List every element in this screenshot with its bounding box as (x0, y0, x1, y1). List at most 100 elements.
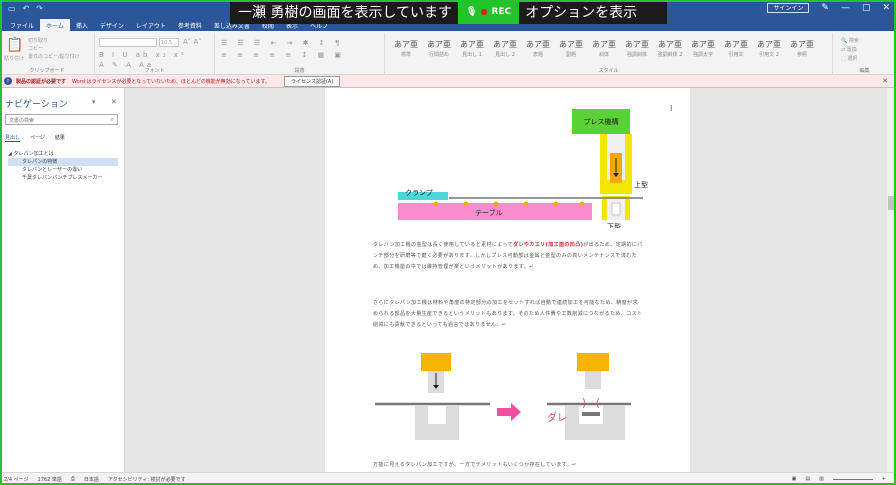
style-name: 見出し 1 (462, 52, 482, 58)
nav-tab-0[interactable]: 見出し (5, 134, 21, 142)
style-item[interactable]: あア亜引用文 2 (754, 39, 784, 61)
style-item[interactable]: あア亜 行間詰め (424, 39, 454, 61)
font-group: 10.5 A˄ A˅ B I U ab x₂ x² A ✎ A Aa フォント (95, 33, 215, 75)
nav-close-icon[interactable]: ✕ (111, 98, 117, 106)
close-icon[interactable]: ✕ (882, 3, 890, 13)
clipboard-group-label: クリップボード (29, 68, 65, 74)
style-item[interactable]: あア亜 強調斜体 (622, 39, 652, 61)
proofing-icon[interactable]: ⎙ (71, 476, 75, 482)
nav-heading-label: タレパンとレーザーの違い (22, 167, 83, 173)
document-canvas: プレス機構 上型 下型 クランプ テーブル ↵ タレパン加工機の金型は長く使用し… (125, 88, 896, 472)
zoom-in-button[interactable]: + (882, 476, 886, 482)
right-lower-die (565, 406, 625, 440)
lower-die-label: 下型 (607, 222, 621, 228)
list-buttons[interactable]: ☰ ☰ ☰ ⇤ ⇥ ✱ ↕ ¶ (221, 39, 343, 47)
page-count[interactable]: 2/4 ページ (4, 476, 29, 483)
web-layout-icon[interactable]: ▥ (819, 476, 824, 482)
replace-button[interactable]: ⇄ 置換 (841, 46, 857, 53)
scrollbar-thumb[interactable] (888, 196, 895, 210)
style-item[interactable]: あア亜 見出し 1 (457, 39, 487, 61)
paragraph-group: ☰ ☰ ☰ ⇤ ⇥ ✱ ↕ ¶ ≡ ≡ ≡ ≡ ≡ ↕ ▦ ▣ 段落 (215, 33, 385, 75)
word-count[interactable]: 1762 単語 (38, 476, 62, 483)
style-name: 参照 (796, 52, 807, 58)
document-page[interactable]: プレス機構 上型 下型 クランプ テーブル ↵ タレパン加工機の金型は長く使用し… (325, 88, 690, 472)
focus-mode-icon[interactable]: ▣ (792, 476, 797, 482)
paste-icon[interactable]: 📋 (6, 37, 23, 53)
format-buttons[interactable]: B I U ab x₂ x² (99, 51, 187, 59)
style-item[interactable]: あア亜 見出し 2 (490, 39, 520, 61)
signin-button[interactable]: サインイン (767, 3, 810, 13)
nav-heading-item[interactable]: タレパンとレーザーの違い (8, 166, 118, 174)
banner-close-icon[interactable]: ✕ (882, 77, 888, 85)
select-button[interactable]: ⬚ 選択 (841, 55, 857, 62)
vertical-scrollbar[interactable] (887, 88, 896, 472)
nav-search-input[interactable]: 文書の検索 ⌕ (5, 114, 118, 125)
banner-title: 製品の認証が必要です (16, 78, 67, 85)
clamp-label: クランプ (405, 189, 433, 197)
language[interactable]: 日本語 (84, 476, 99, 483)
font-size-box[interactable]: 10.5 (159, 38, 179, 47)
style-item[interactable]: あア亜 副題 (556, 39, 586, 61)
nav-heading-item[interactable]: 千葉タレパンパンチプレスメーカー (8, 174, 118, 182)
find-button[interactable]: 🔍 検索 (841, 37, 859, 44)
process-arrow (497, 403, 521, 421)
nav-options-icon[interactable]: ▾ (92, 98, 96, 106)
tab-2[interactable]: 挿入 (70, 19, 94, 31)
paragraph-3[interactable]: 万能に見えるタレパン加工ですが、一方でデメリットもいくつか存在しています。↵ (373, 460, 643, 471)
paragraph-2[interactable]: さらにタレパン加工機は材料や角度の特定部分の加工をセットすれば自動で連続加工を可… (373, 298, 643, 331)
align-buttons[interactable]: ≡ ≡ ≡ ≡ ≡ ↕ ▦ ▣ (221, 51, 345, 59)
nav-heading-label: タレパンの特徴 (22, 159, 58, 165)
grow-font-icon[interactable]: A˄ A˅ (183, 38, 202, 46)
paste-button[interactable]: 貼り付け (4, 55, 24, 62)
style-name: 斜体 (598, 52, 609, 58)
nav-tab-2[interactable]: 結果 (55, 134, 65, 142)
copy-button[interactable]: コピー (28, 45, 43, 52)
nav-heading-label: 千葉タレパンパンチプレスメーカー (22, 175, 103, 181)
redo-icon[interactable]: ↷ (36, 4, 43, 13)
font-name-box[interactable] (99, 38, 157, 47)
style-name: 強調斜体 (626, 52, 647, 58)
maximize-icon[interactable]: ▢ (862, 3, 871, 13)
tab-1[interactable]: ホーム (40, 19, 70, 31)
text-cursor-icon: I (670, 104, 673, 113)
style-item[interactable]: あア亜 参照 (787, 39, 817, 61)
accessibility-status[interactable]: アクセシビリティ: 検討が必要です (108, 476, 186, 483)
zoom-slider[interactable] (832, 478, 873, 480)
style-item[interactable]: あア亜 引用文 (721, 39, 751, 61)
paragraph-1[interactable]: タレパン加工機の金型は長く使用していると素材によってダレやカエリ(加工面の凹凸)… (373, 240, 643, 273)
nav-heading-item[interactable]: タレパンの特徴 (8, 158, 118, 166)
tab-5[interactable]: 参考資料 (172, 19, 208, 31)
tab-3[interactable]: デザイン (94, 19, 130, 31)
style-name: 引用文 2 (759, 52, 779, 58)
style-item[interactable]: あア亜 強調斜体 2 (655, 39, 685, 61)
style-item[interactable]: あア亜 表題 (523, 39, 553, 61)
style-item[interactable]: あア亜 標準 (391, 39, 421, 61)
nav-tab-1[interactable]: ページ (30, 134, 45, 142)
styles-group: スタイル あア亜 標準 あア亜 行間詰め あア亜 見出し 1 あア亜 見出し 2 あア亜 表題 あア… (385, 33, 833, 75)
tab-4[interactable]: レイアウト (130, 19, 172, 31)
table-label: テーブル (475, 208, 503, 217)
style-sample: あア亜 (526, 40, 550, 49)
style-item[interactable]: あア亜 斜体 (589, 39, 619, 61)
nav-search-placeholder: 文書の検索 (9, 118, 35, 124)
rec-indicator[interactable]: 🎙 REC (458, 0, 520, 24)
nav-heading-item[interactable]: ◢ タレパン加工とは (8, 150, 118, 158)
quick-access-toolbar: ▭ ↶ ↷ (8, 4, 43, 13)
format-painter-button[interactable]: 書式のコピー/貼り付け (28, 53, 80, 60)
styles-group-label: スタイル (598, 68, 619, 74)
search-icon[interactable]: ⌕ (111, 116, 114, 124)
print-layout-icon[interactable]: ▤ (805, 476, 810, 482)
minimize-icon[interactable]: — (841, 3, 850, 13)
save-icon[interactable]: ▭ (8, 4, 16, 13)
nav-title: ナビゲーション (5, 100, 68, 110)
show-options-button[interactable]: オプションを表示 (519, 2, 637, 22)
license-activate-button[interactable]: ライセンス認証(A) (284, 75, 341, 87)
style-sample: あア亜 (427, 40, 451, 49)
style-item[interactable]: あア亜 強調太字 (688, 39, 718, 61)
pen-icon[interactable]: ✎ (821, 3, 829, 13)
undo-icon[interactable]: ↶ (23, 4, 30, 13)
press-diagram: プレス機構 上型 下型 クランプ テーブル ↵ (398, 109, 648, 228)
cut-button[interactable]: 切り取り (28, 37, 48, 44)
tab-0[interactable]: ファイル (4, 19, 40, 31)
style-sample: あア亜 (757, 40, 781, 49)
